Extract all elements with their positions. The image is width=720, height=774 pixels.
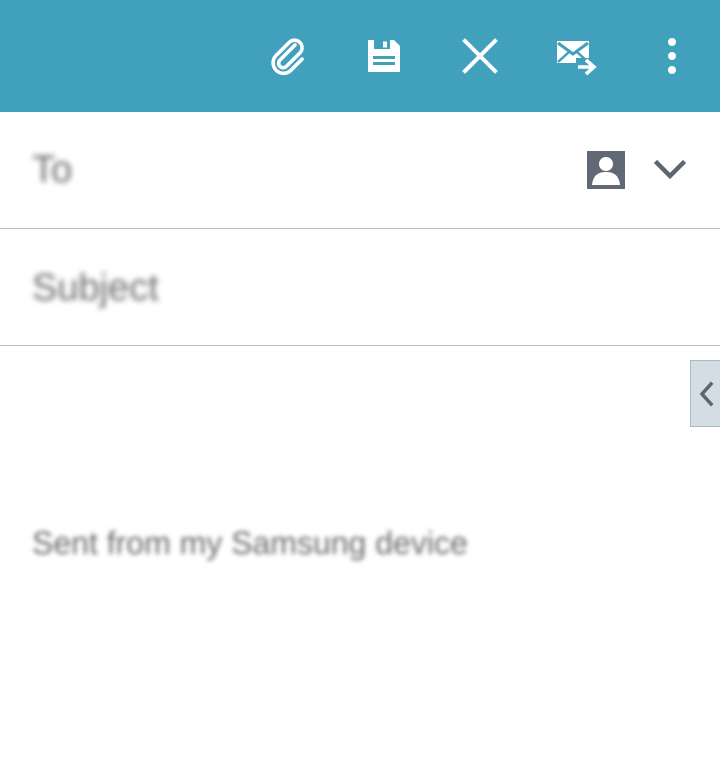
subject-field[interactable]: Subject	[0, 229, 720, 346]
paperclip-icon	[271, 38, 304, 76]
more-options-button[interactable]	[640, 24, 704, 88]
message-body[interactable]: Sent from my Samsung device	[0, 347, 720, 774]
contact-picker-button[interactable]	[584, 148, 628, 192]
to-placeholder: To	[32, 149, 73, 191]
side-panel-handle[interactable]	[690, 360, 720, 427]
save-draft-button[interactable]	[352, 24, 416, 88]
signature-text: Sent from my Samsung device	[32, 525, 468, 561]
close-icon	[462, 38, 498, 74]
expand-recipients-button[interactable]	[648, 152, 692, 188]
send-mail-icon	[557, 41, 598, 76]
discard-button[interactable]	[448, 24, 512, 88]
send-button[interactable]	[544, 24, 608, 88]
compose-toolbar	[0, 0, 720, 112]
to-field[interactable]: To	[0, 112, 720, 229]
more-vert-icon	[668, 38, 676, 74]
contact-picker-icon	[587, 151, 625, 189]
chevron-down-icon	[654, 159, 686, 180]
save-icon	[368, 40, 400, 72]
subject-placeholder: Subject	[32, 267, 159, 309]
attach-button[interactable]	[256, 24, 320, 88]
chevron-left-icon	[699, 381, 713, 406]
